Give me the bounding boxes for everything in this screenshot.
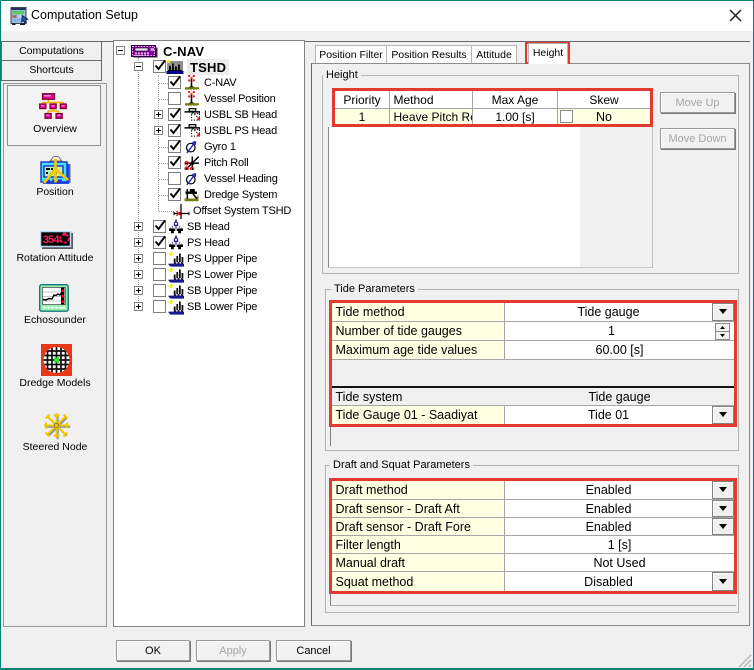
svg-text:354: 354: [43, 235, 61, 247]
